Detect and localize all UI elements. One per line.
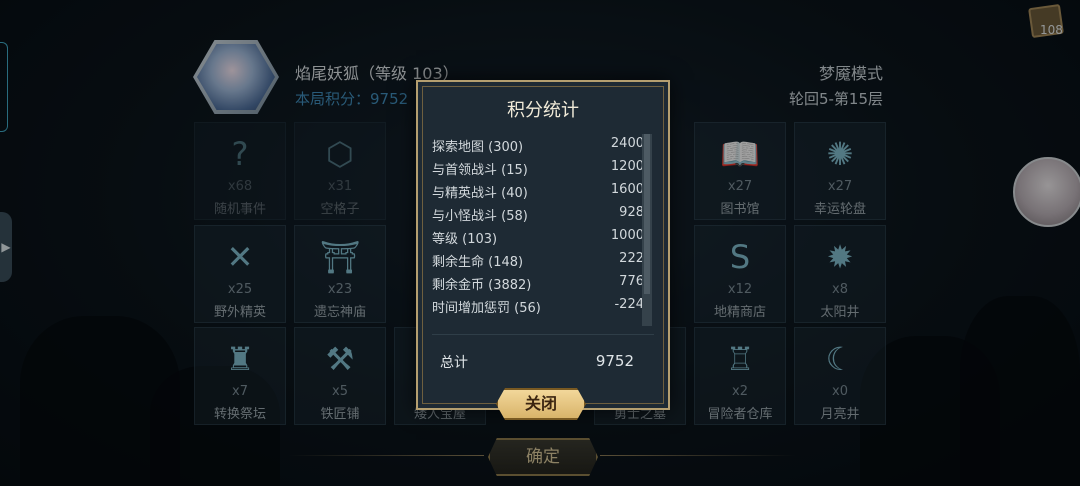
score-item-value: 1200 (610, 159, 644, 174)
modal-title: 积分统计 (507, 100, 579, 121)
score-stats-modal: 积分统计 探索地图 (300) 2400 与首领战斗 (15) 1200 与精英战斗 (… (416, 80, 670, 410)
divider (432, 334, 654, 335)
score-item-value: 1000 (610, 228, 644, 243)
score-item-label: 与精英战斗 (40) (432, 186, 528, 201)
close-button[interactable]: 关闭 (496, 388, 586, 420)
score-row: 探索地图 (300) 2400 (432, 134, 644, 157)
score-item-label: 与小怪战斗 (58) (432, 209, 528, 224)
score-row: 与小怪战斗 (58) 928 (432, 203, 644, 226)
score-item-label: 剩余金币 (3882) (432, 278, 532, 293)
score-row: 与首领战斗 (15) 1200 (432, 157, 644, 180)
score-row: 剩余金币 (3882) 776 (432, 272, 644, 295)
score-item-label: 时间增加惩罚 (56) (432, 301, 541, 316)
score-item-value: 222 (619, 251, 644, 266)
score-item-label: 探索地图 (300) (432, 140, 524, 155)
score-list[interactable]: 探索地图 (300) 2400 与首领战斗 (15) 1200 与精英战斗 (40) 16… (426, 126, 660, 326)
scrollbar-thumb[interactable] (644, 134, 650, 294)
score-row: 与精英战斗 (40) 1600 (432, 180, 644, 203)
score-item-value: 776 (619, 274, 644, 289)
total-label: 总计 (440, 355, 468, 371)
total-value: 9752 (595, 352, 634, 370)
score-item-value: 928 (619, 205, 644, 220)
score-item-value: 2400 (610, 136, 644, 151)
score-row: 时间增加惩罚 (56) -224 (432, 295, 644, 318)
score-item-label: 与首领战斗 (15) (432, 163, 528, 178)
score-row: 剩余生命 (148) 222 (432, 249, 644, 272)
score-item-value: -224 (614, 297, 644, 312)
score-item-value: 1600 (610, 182, 644, 197)
score-item-label: 等级 (103) (432, 232, 498, 247)
score-row: 等级 (103) 1000 (432, 226, 644, 249)
score-item-label: 剩余生命 (148) (432, 255, 524, 270)
